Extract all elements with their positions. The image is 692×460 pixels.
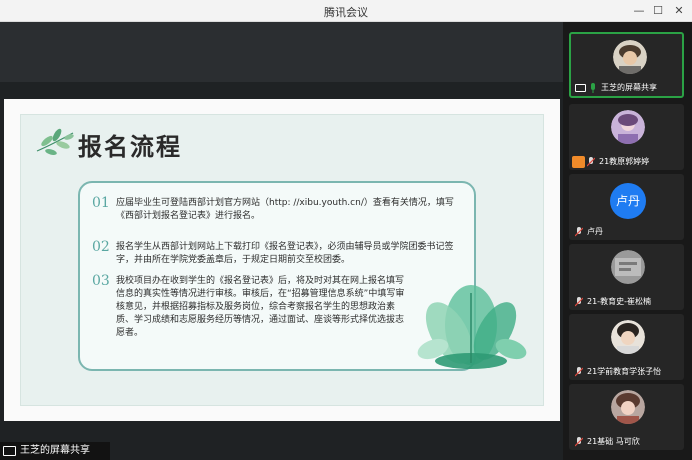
screen-share-label: 王芝的屏幕共享 <box>0 442 110 460</box>
participant-name: 21教原郭婷婷 <box>599 157 650 166</box>
participant-bar: 21-教育史-崔松楠 <box>569 294 684 310</box>
participant-tile[interactable]: 21教原郭婷婷 <box>569 104 684 170</box>
participant-bar: 卢丹 <box>569 224 684 240</box>
participant-tile[interactable]: 21学前教育学张子怡 <box>569 314 684 380</box>
presentation-slide: 报名流程 01 应届毕业生可登陆西部计划官方网站（http: //xibu.yo… <box>4 99 560 421</box>
screen-share-label-text: 王芝的屏幕共享 <box>20 445 90 456</box>
participant-sidebar: 王芝的屏幕共享 21教原郭婷婷 卢丹 卢丹 21-教育史-崔松楠 21学前教育学… <box>563 22 692 460</box>
microphone-muted-icon <box>575 367 583 377</box>
microphone-muted-icon <box>575 297 583 307</box>
avatar: 卢丹 <box>610 183 646 219</box>
avatar <box>611 110 645 144</box>
step-text: 我校项目办在收到学生的《报名登记表》后，将及时对其在网上报名填写信息的真实性等情… <box>116 276 405 338</box>
minimize-button[interactable]: — <box>630 2 648 20</box>
avatar <box>611 390 645 424</box>
step-number: 01 <box>92 195 110 211</box>
window-title: 腾讯会议 <box>324 6 368 19</box>
participant-bar: 王芝的屏幕共享 <box>571 80 682 96</box>
close-button[interactable]: ✕ <box>670 2 688 20</box>
participant-name: 卢丹 <box>587 227 603 236</box>
microphone-icon <box>591 83 595 93</box>
avatar <box>611 320 645 354</box>
participant-name: 21-教育史-崔松楠 <box>587 297 651 306</box>
avatar <box>611 250 645 284</box>
participant-name: 21基础 马可欣 <box>587 437 640 446</box>
participant-bar: 21教原郭婷婷 <box>569 154 684 170</box>
slide-frame: 报名流程 01 应届毕业生可登陆西部计划官方网站（http: //xibu.yo… <box>20 114 544 406</box>
participant-badge-icon <box>572 156 585 168</box>
participant-tile[interactable]: 21-教育史-崔松楠 <box>569 244 684 310</box>
shared-screen-area: 报名流程 01 应届毕业生可登陆西部计划官方网站（http: //xibu.yo… <box>0 22 563 460</box>
top-strip <box>0 22 563 82</box>
microphone-muted-icon <box>575 437 583 447</box>
participant-tile[interactable]: 王芝的屏幕共享 <box>569 32 684 98</box>
participant-bar: 21基础 马可欣 <box>569 434 684 450</box>
screen-share-icon <box>575 84 586 92</box>
participant-name: 王芝的屏幕共享 <box>601 83 657 92</box>
microphone-muted-icon <box>587 157 595 167</box>
title-bar: 腾讯会议 — ☐ ✕ <box>0 0 692 22</box>
step-number: 02 <box>92 239 110 255</box>
step-text: 应届毕业生可登陆西部计划官方网站（http: //xibu.youth.cn/）… <box>116 198 454 221</box>
microphone-muted-icon <box>575 227 583 237</box>
step-number: 03 <box>92 273 110 289</box>
slide-title: 报名流程 <box>78 132 182 161</box>
avatar <box>613 40 647 74</box>
leaf-decoration-icon <box>36 128 74 155</box>
participant-name: 21学前教育学张子怡 <box>587 367 662 376</box>
participant-bar: 21学前教育学张子怡 <box>569 364 684 380</box>
maximize-button[interactable]: ☐ <box>649 2 667 20</box>
plant-illustration-icon <box>417 285 527 369</box>
screen-share-icon <box>3 446 16 456</box>
participant-tile[interactable]: 21基础 马可欣 <box>569 384 684 450</box>
participant-tile[interactable]: 卢丹 卢丹 <box>569 174 684 240</box>
